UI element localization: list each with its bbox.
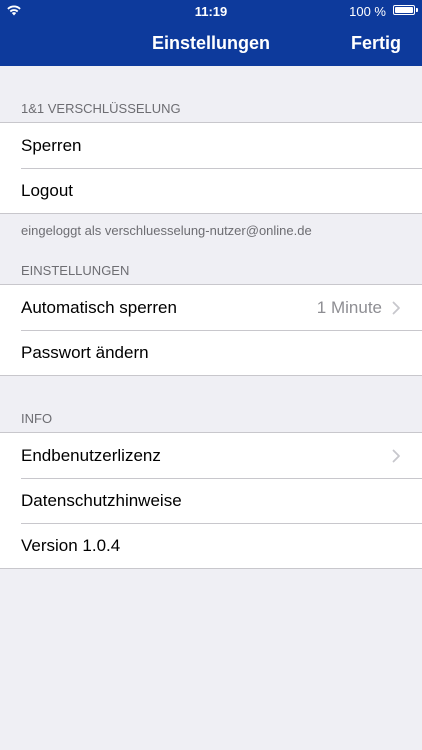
version-label: Version 1.0.4 [21,535,121,555]
battery-icon [393,5,415,15]
navigation-bar: 11:19 100 % Einstellungen Fertig [0,0,422,66]
status-bar: 11:19 100 % [0,0,422,22]
done-button[interactable]: Fertig [351,33,401,54]
section-header-settings: EINSTELLUNGEN [21,263,130,278]
logged-in-info: eingeloggt als verschluesselung-nutzer@o… [21,223,312,238]
eula-row[interactable]: Endbenutzerlizenz [0,433,422,478]
privacy-row[interactable]: Datenschutzhinweise [0,478,422,523]
section-header-encryption: 1&1 VERSCHLÜSSELUNG [21,101,181,116]
battery-percentage: 100 % [349,4,386,19]
chevron-right-icon [392,449,400,462]
group-info: Endbenutzerlizenz Datenschutzhinweise Ve… [0,432,422,569]
privacy-label: Datenschutzhinweise [21,490,182,510]
section-header-info: INFO [21,411,53,426]
group-encryption: Sperren Logout [0,122,422,214]
settings-list: 1&1 VERSCHLÜSSELUNG Sperren Logout einge… [0,66,422,569]
logout-row[interactable]: Logout [0,168,422,213]
auto-lock-label: Automatisch sperren [21,297,177,317]
version-row: Version 1.0.4 [0,523,422,568]
change-password-label: Passwort ändern [21,342,149,362]
auto-lock-row[interactable]: Automatisch sperren 1 Minute [0,285,422,330]
battery-tip [416,8,418,12]
lock-row[interactable]: Sperren [0,123,422,168]
group-settings: Automatisch sperren 1 Minute Passwort än… [0,284,422,376]
auto-lock-value: 1 Minute [316,297,382,317]
lock-label: Sperren [21,135,82,155]
chevron-right-icon [392,301,400,314]
logout-label: Logout [21,180,73,200]
change-password-row[interactable]: Passwort ändern [0,330,422,375]
eula-label: Endbenutzerlizenz [21,445,161,465]
